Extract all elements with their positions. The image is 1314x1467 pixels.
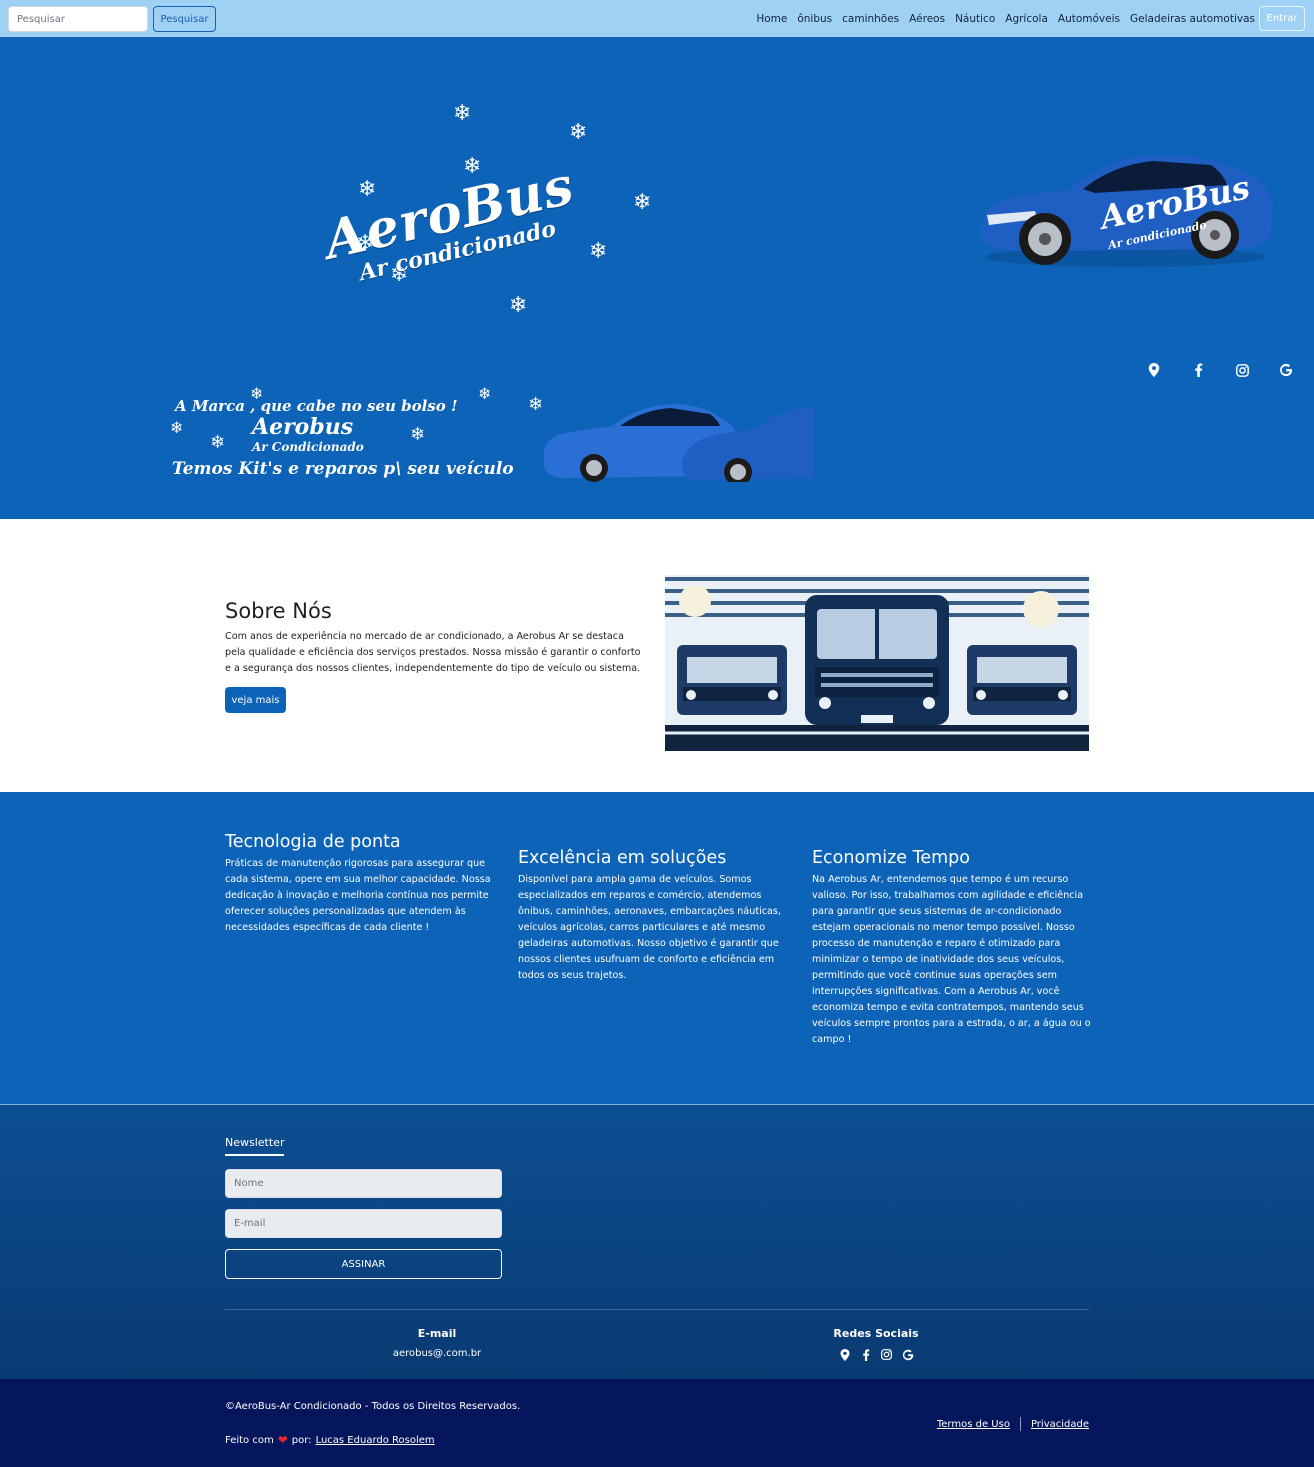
nav-link-automoveis[interactable]: Automóveis: [1058, 13, 1120, 25]
snowflake-icon: ❄: [210, 432, 226, 453]
legal-divider: [1019, 1417, 1021, 1431]
features-section: Tecnologia de ponta Práticas de manutenç…: [0, 792, 1314, 1104]
vehicles-illustration: [665, 575, 1089, 751]
nav-link-aereos[interactable]: Aéreos: [909, 13, 945, 25]
promo-kits-text: Temos Kit's e reparos p\ seu veículo: [172, 459, 514, 479]
nav-link-caminhoes[interactable]: caminhões: [842, 13, 899, 25]
bottom-bar: ©AeroBus-Ar Condicionado - Todos os Dire…: [0, 1379, 1314, 1467]
heart-icon: ❤: [277, 1433, 288, 1447]
promo-banner: ❄ ❄ ❄ ❄ ❄ ❄ A Marca , que cabe no seu bo…: [170, 384, 814, 482]
about-section: Sobre Nós Com anos de experiência no mer…: [0, 519, 1314, 792]
snowflake-icon: ❄: [528, 394, 544, 415]
snowflake-icon: ❄: [358, 177, 377, 202]
feature-title: Tecnologia de ponta: [225, 832, 401, 852]
facebook-icon[interactable]: [1190, 362, 1206, 378]
nav-link-agricola[interactable]: Agrícola: [1005, 13, 1048, 25]
hero-banner: ❄ ❄ ❄ ❄ ❄ ❄ ❄ ❄ ❄ AeroBus Ar condicionad…: [0, 37, 1314, 519]
promo-subtitle: Ar Condicionado: [252, 440, 364, 454]
nav-link-geladeiras[interactable]: Geladeiras automotivas: [1130, 13, 1255, 25]
facebook-icon[interactable]: [859, 1348, 872, 1361]
feature-text: Práticas de manutenção rigorosas para as…: [225, 858, 491, 933]
made-by-label: por:: [291, 1434, 312, 1446]
feature-text: Na Aerobus Ar, entendemos que tempo é um…: [812, 874, 1091, 1045]
snowflake-icon: ❄: [410, 424, 426, 445]
privacy-link[interactable]: Privacidade: [1031, 1419, 1089, 1430]
promo-brand: Aerobus: [252, 414, 354, 440]
search-button[interactable]: Pesquisar: [153, 6, 216, 32]
map-pin-icon[interactable]: [1146, 362, 1162, 378]
contact-email-title: E-mail: [417, 1327, 457, 1340]
newsletter-email-field[interactable]: [225, 1209, 502, 1238]
snowflake-icon: ❄: [589, 239, 608, 264]
hero-car-image: AeroBus Ar condicionado: [981, 154, 1273, 267]
snowflake-icon: ❄: [509, 293, 528, 318]
feature-title: Excelência em soluções: [518, 848, 727, 868]
google-icon[interactable]: [901, 1348, 914, 1361]
contact-email-value[interactable]: aerobus@.com.br: [337, 1348, 537, 1359]
instagram-icon[interactable]: [880, 1348, 893, 1361]
navbar: Pesquisar Home ônibus caminhões Aéreos N…: [0, 0, 1314, 37]
snowflake-icon: ❄: [633, 190, 652, 215]
feature-title: Economize Tempo: [812, 848, 970, 868]
subscribe-button[interactable]: ASSINAR: [225, 1249, 502, 1279]
login-button[interactable]: Entrar: [1259, 6, 1305, 31]
google-icon[interactable]: [1278, 362, 1294, 378]
snowflake-icon: ❄: [170, 418, 184, 437]
footer-social-links: [776, 1348, 976, 1361]
contact-email: E-mail aerobus@.com.br: [337, 1327, 537, 1359]
legal-links: Termos de Uso Privacidade: [937, 1417, 1089, 1431]
snowflake-icon: ❄: [569, 120, 588, 145]
newsletter-title: Newsletter: [225, 1136, 285, 1156]
map-pin-icon[interactable]: [838, 1348, 851, 1361]
feature-card: Excelência em soluções Disponível para a…: [518, 848, 798, 984]
contact-social: Redes Sociais: [776, 1327, 976, 1361]
made-with-label: Feito com: [225, 1434, 274, 1446]
nav-link-onibus[interactable]: ônibus: [797, 13, 832, 25]
feature-text: Disponível para ampla gama de veículos. …: [518, 874, 781, 981]
instagram-icon[interactable]: [1234, 362, 1250, 378]
nav-link-home[interactable]: Home: [756, 13, 787, 25]
footer-divider: [225, 1309, 1089, 1310]
about-title: Sobre Nós: [225, 599, 332, 623]
hero-social-links: [1146, 362, 1294, 378]
search-input[interactable]: [8, 6, 148, 32]
snowflake-icon: ❄: [478, 384, 492, 403]
snowflake-icon: ❄: [453, 101, 472, 126]
newsletter-name-field[interactable]: [225, 1169, 502, 1198]
promo-tagline: A Marca , que cabe no seu bolso !: [175, 397, 458, 415]
see-more-button[interactable]: veja mais: [225, 687, 286, 713]
contact-social-title: Redes Sociais: [833, 1327, 919, 1340]
made-with: Feito com ❤ por: Lucas Eduardo Rosolem: [225, 1433, 435, 1447]
feature-card: Economize Tempo Na Aerobus Ar, entendemo…: [812, 848, 1092, 1048]
copyright-text: ©AeroBus-Ar Condicionado - Todos os Dire…: [225, 1401, 521, 1412]
feature-card: Tecnologia de ponta Práticas de manutenç…: [225, 832, 505, 936]
footer: Newsletter ASSINAR E-mail aerobus@.com.b…: [0, 1104, 1314, 1379]
main-nav: Home ônibus caminhões Aéreos Náutico Agr…: [756, 0, 1255, 37]
about-text: Com anos de experiência no mercado de ar…: [225, 631, 641, 674]
nav-link-nautico[interactable]: Náutico: [955, 13, 995, 25]
author-link[interactable]: Lucas Eduardo Rosolem: [316, 1435, 435, 1446]
terms-link[interactable]: Termos de Uso: [937, 1419, 1010, 1430]
promo-cars-image: [544, 404, 814, 482]
